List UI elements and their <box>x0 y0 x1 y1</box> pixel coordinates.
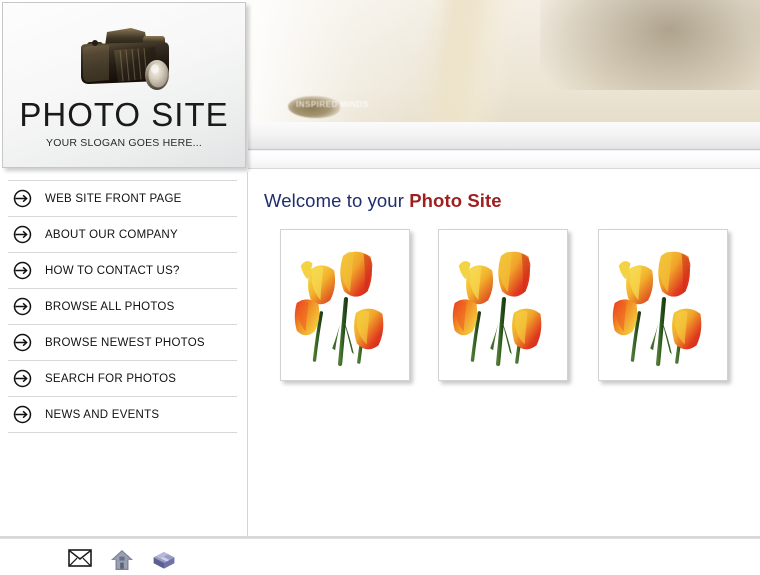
site-logo-box[interactable]: PHOTO SITE YOUR SLOGAN GOES HERE... <box>2 2 246 168</box>
nav-row[interactable]: ABOUT OUR COMPANY <box>0 217 248 252</box>
nav-item-5[interactable]: SEARCH FOR PHOTOS <box>0 360 248 396</box>
nav-row[interactable]: HOW TO CONTACT US? <box>0 253 248 288</box>
nav-item-1[interactable]: ABOUT OUR COMPANY <box>0 216 248 252</box>
photo-thumbnail[interactable] <box>598 229 728 381</box>
nav-item-4[interactable]: BROWSE NEWEST PHOTOS <box>0 324 248 360</box>
header-gradient-bar-lower <box>248 151 760 169</box>
nav-row[interactable]: BROWSE NEWEST PHOTOS <box>0 325 248 360</box>
arrow-right-circle-icon <box>13 297 32 316</box>
nav-row[interactable]: NEWS AND EVENTS <box>0 397 248 432</box>
arrow-right-circle-icon <box>13 225 32 244</box>
header-banner-image: INSPIRED MINDS <box>248 0 760 122</box>
header-gradient-bar-upper <box>248 122 760 150</box>
arrow-right-circle-icon <box>13 261 32 280</box>
logo-title: PHOTO SITE <box>19 96 229 133</box>
tulips-image <box>281 230 409 380</box>
banner-watermark-text: INSPIRED MINDS <box>296 100 369 109</box>
photo-thumbnail[interactable] <box>280 229 410 381</box>
page-title-prefix: Welcome to your <box>264 190 404 211</box>
nav-item-label: BROWSE ALL PHOTOS <box>45 300 175 313</box>
nav-item-2[interactable]: HOW TO CONTACT US? <box>0 252 248 288</box>
header-bar-divider-lower <box>248 168 760 169</box>
nav-item-6[interactable]: NEWS AND EVENTS <box>0 396 248 432</box>
nav-item-3[interactable]: BROWSE ALL PHOTOS <box>0 288 248 324</box>
photo-thumbnail[interactable] <box>438 229 568 381</box>
nav-row[interactable]: BROWSE ALL PHOTOS <box>0 289 248 324</box>
page-title-accent: Photo Site <box>409 190 502 211</box>
email-icon[interactable] <box>68 549 92 567</box>
banner-dark-corner <box>540 0 760 90</box>
nav-bottom-separator-wrap <box>0 432 248 468</box>
package-icon[interactable] <box>152 549 176 571</box>
page-root: INSPIRED MINDS PHOTO SITE YOUR SLOGAN GO… <box>0 0 760 575</box>
nav-row[interactable]: SEARCH FOR PHOTOS <box>0 361 248 396</box>
tulips-image <box>439 230 567 380</box>
arrow-right-circle-icon <box>13 189 32 208</box>
arrow-right-circle-icon <box>13 333 32 352</box>
footer <box>0 539 760 575</box>
logo-slogan: YOUR SLOGAN GOES HERE... <box>46 137 202 149</box>
nav-separator <box>8 432 237 433</box>
nav-item-label: SEARCH FOR PHOTOS <box>45 372 177 385</box>
home-icon[interactable] <box>110 549 134 571</box>
arrow-right-circle-icon <box>13 369 32 388</box>
page-title: Welcome to your Photo Site <box>264 190 502 212</box>
nav-item-label: ABOUT OUR COMPANY <box>45 228 178 241</box>
nav-item-0[interactable]: WEB SITE FRONT PAGE <box>0 180 248 216</box>
sidebar-nav: WEB SITE FRONT PAGE ABOUT OUR COMPANY HO… <box>0 180 248 537</box>
nav-item-label: NEWS AND EVENTS <box>45 408 160 421</box>
nav-row[interactable]: WEB SITE FRONT PAGE <box>0 181 248 216</box>
nav-item-label: HOW TO CONTACT US? <box>45 264 180 277</box>
arrow-right-circle-icon <box>13 405 32 424</box>
main-content: Welcome to your Photo Site <box>248 172 760 536</box>
nav-item-label: WEB SITE FRONT PAGE <box>45 192 182 205</box>
tulips-image <box>599 230 727 380</box>
camera-icon <box>81 28 169 90</box>
nav-item-label: BROWSE NEWEST PHOTOS <box>45 336 205 349</box>
